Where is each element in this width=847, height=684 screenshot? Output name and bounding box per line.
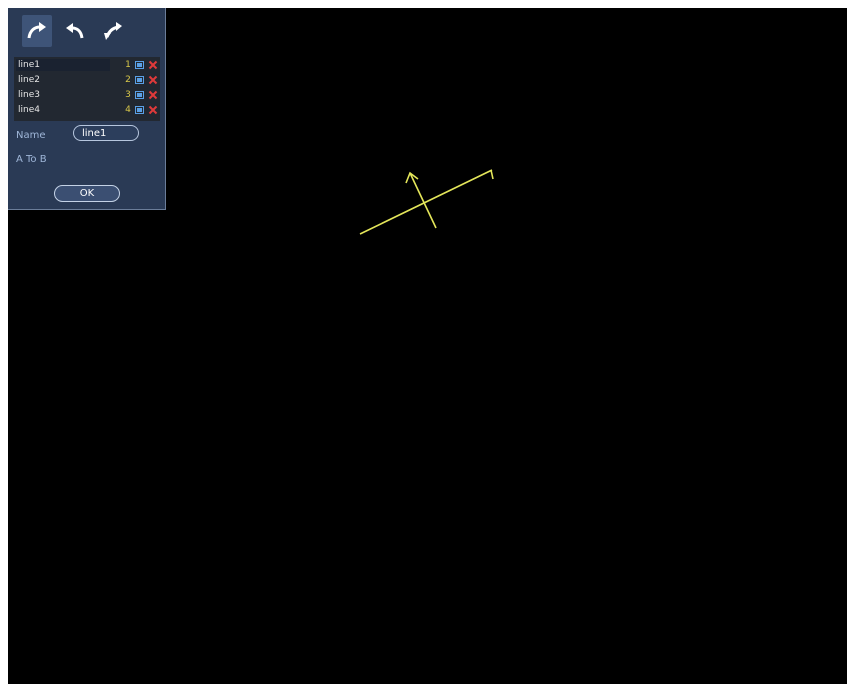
edit-icon[interactable]	[135, 61, 144, 69]
delete-icon[interactable]	[148, 90, 158, 100]
swap-direction-icon	[104, 22, 122, 40]
delete-icon[interactable]	[148, 60, 158, 70]
line-index: 1	[125, 60, 131, 70]
tripwire-line[interactable]	[359, 169, 493, 235]
line-name[interactable]: line1	[16, 59, 110, 71]
line-row: line4 4	[14, 104, 160, 116]
tripwire-settings-panel: line1 1 line2 2 line3 3 line4 4 Name lin…	[8, 8, 166, 210]
line-name-input[interactable]	[73, 125, 139, 141]
line-name[interactable]: line2	[16, 74, 110, 86]
direction-arrow-shaft	[409, 172, 437, 229]
draw-line-button[interactable]	[22, 15, 52, 47]
line-index: 3	[125, 90, 131, 100]
ok-button[interactable]: OK	[54, 185, 120, 202]
line-row: line3 3	[14, 89, 160, 101]
edit-icon[interactable]	[135, 76, 144, 84]
edit-icon[interactable]	[135, 91, 144, 99]
delete-icon[interactable]	[148, 75, 158, 85]
line-index: 2	[125, 75, 131, 85]
line-list: line1 1 line2 2 line3 3 line4 4	[14, 57, 160, 121]
tripwire-end-marker	[490, 169, 494, 180]
undo-icon	[66, 23, 84, 39]
edit-icon[interactable]	[135, 106, 144, 114]
line-row: line1 1	[14, 59, 160, 71]
arrow-curve-right-icon	[27, 22, 46, 39]
line-row: line2 2	[14, 74, 160, 86]
delete-icon[interactable]	[148, 105, 158, 115]
undo-button[interactable]	[60, 15, 90, 47]
line-name[interactable]: line3	[16, 89, 110, 101]
line-index: 4	[125, 105, 131, 115]
line-name[interactable]: line4	[16, 104, 110, 116]
swap-direction-button[interactable]	[98, 15, 128, 47]
direction-label[interactable]: A To B	[16, 154, 47, 165]
name-label: Name	[16, 130, 46, 141]
